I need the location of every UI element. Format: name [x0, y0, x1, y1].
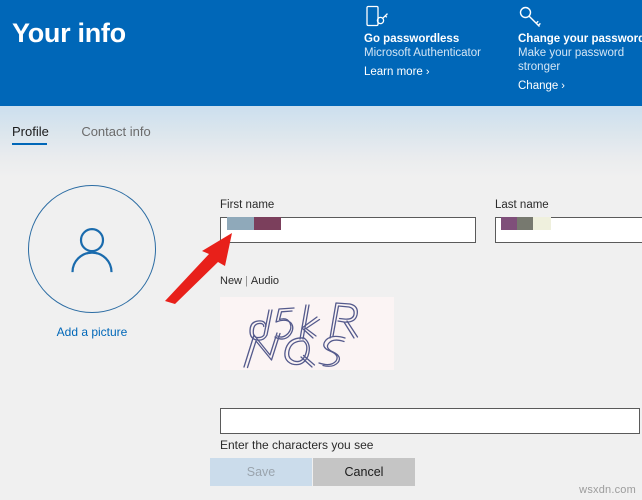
change-password-link[interactable]: Change ›: [518, 80, 565, 92]
captcha-input[interactable]: [220, 408, 640, 434]
avatar-section: Add a picture: [14, 185, 170, 339]
captcha-image: [220, 297, 394, 370]
save-button[interactable]: Save: [210, 458, 312, 486]
tab-contact-info[interactable]: Contact info: [81, 124, 150, 145]
captcha-audio-link[interactable]: Audio: [251, 275, 279, 287]
last-name-label: Last name: [495, 199, 549, 211]
watermark: wsxdn.com: [579, 484, 636, 496]
page-header: Your info Go passwordless Microsoft Auth…: [0, 0, 642, 106]
captcha-hint: Enter the characters you see: [220, 438, 374, 452]
key-icon: [518, 5, 544, 31]
tab-profile[interactable]: Profile: [12, 124, 49, 145]
first-name-label: First name: [220, 199, 275, 211]
add-picture-link[interactable]: Add a picture: [14, 325, 170, 339]
last-name-redaction: [501, 217, 551, 230]
learn-more-link[interactable]: Learn more ›: [364, 66, 429, 78]
promo-subtitle: Microsoft Authenticator: [364, 47, 481, 59]
captcha-new-link[interactable]: New: [220, 275, 242, 287]
captcha-separator: |: [245, 275, 248, 287]
change-label: Change: [518, 80, 559, 92]
learn-more-label: Learn more: [364, 66, 423, 78]
tab-bar: Profile Contact info: [12, 123, 179, 149]
first-name-redaction: [227, 217, 281, 230]
your-info-page: Your info Go passwordless Microsoft Auth…: [0, 0, 642, 500]
person-silhouette-icon: [71, 228, 113, 273]
promo-change-password: Change your password Make your password …: [518, 5, 642, 94]
promo-subtitle: Make your password stronger: [518, 47, 625, 73]
chevron-right-icon: ›: [425, 66, 430, 78]
captcha-links: New | Audio: [220, 275, 279, 287]
captcha-challenge-glyphs: [243, 302, 359, 369]
cancel-button[interactable]: Cancel: [313, 458, 415, 486]
avatar[interactable]: [28, 185, 156, 313]
phone-key-icon: [364, 5, 390, 31]
promo-title: Change your password: [518, 33, 642, 45]
page-title: Your info: [12, 18, 126, 48]
chevron-right-icon: ›: [561, 80, 565, 92]
promo-go-passwordless: Go passwordless Microsoft Authenticator …: [364, 5, 509, 80]
promo-title: Go passwordless: [364, 33, 460, 45]
